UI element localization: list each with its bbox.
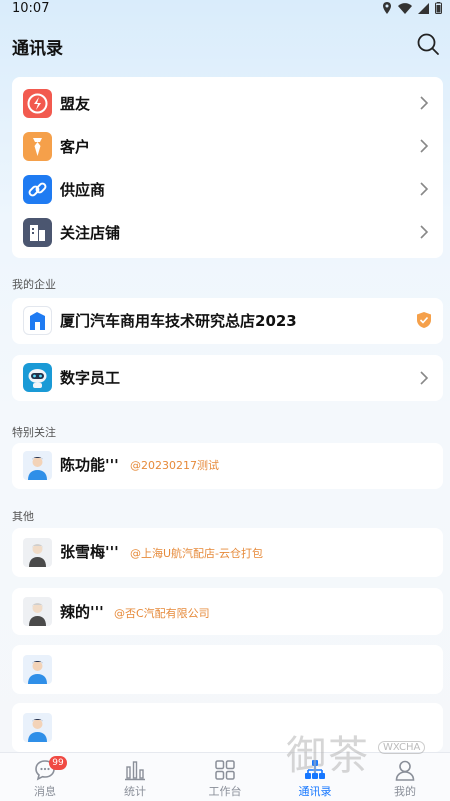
digital-staff-card[interactable]: 数字员工 — [12, 355, 443, 401]
user-icon — [395, 760, 415, 781]
search-icon[interactable] — [416, 32, 440, 56]
chevron-right-icon — [420, 96, 429, 110]
signal-icon — [418, 2, 429, 14]
avatar — [23, 451, 52, 480]
avatar — [23, 538, 52, 567]
quick-link-suppliers[interactable]: 供应商 — [12, 168, 443, 211]
quick-links-card: 盟友 客户 供应商 关注店铺 — [12, 77, 443, 258]
section-label-others: 其他 — [12, 510, 34, 523]
contact-card[interactable]: 辣的''' @否C汽配有限公司 — [12, 588, 443, 635]
verified-shield-icon — [417, 312, 431, 328]
link-icon — [23, 175, 52, 204]
quick-link-allies[interactable]: 盟友 — [12, 82, 443, 125]
quick-link-label: 客户 — [60, 138, 91, 156]
watermark: 御茶 — [286, 733, 370, 779]
company-row[interactable]: 厦门汽车商用车技术研究总店2023 — [12, 299, 443, 342]
quick-link-followed-shops[interactable]: 关注店铺 — [12, 211, 443, 254]
contact-org: @否C汽配有限公司 — [114, 607, 210, 620]
battery-icon — [435, 2, 442, 14]
quick-link-customers[interactable]: 客户 — [12, 125, 443, 168]
company-card[interactable]: 厦门汽车商用车技术研究总店2023 — [12, 298, 443, 344]
digital-staff-row[interactable]: 数字员工 — [12, 356, 443, 399]
contact-name: 辣的''' — [60, 603, 104, 621]
quick-link-label: 供应商 — [60, 181, 106, 199]
grid-icon — [215, 760, 235, 780]
quick-link-label: 盟友 — [60, 95, 91, 113]
tab-label: 通讯录 — [298, 785, 332, 798]
contact-card[interactable] — [12, 645, 443, 694]
avatar — [23, 597, 52, 626]
shop-icon — [23, 218, 52, 247]
contact-card[interactable]: 张雪梅''' @上海U航汽配店-云仓打包 — [12, 528, 443, 577]
contact-name: 陈功能''' — [60, 456, 119, 474]
location-icon — [383, 2, 391, 14]
tab-label: 工作台 — [208, 785, 242, 798]
chevron-right-icon — [420, 182, 429, 196]
wifi-icon — [398, 2, 412, 14]
chevron-right-icon — [420, 371, 429, 385]
bottom-tab-bar: 99 消息 统计 工作台 通讯录 我的 — [0, 752, 450, 801]
status-bar: 10:07 — [0, 0, 450, 18]
customer-icon — [23, 132, 52, 161]
status-time: 10:07 — [12, 1, 50, 16]
contact-org: @上海U航汽配店-云仓打包 — [130, 547, 264, 560]
status-icons — [382, 2, 442, 14]
tab-messages[interactable]: 99 消息 — [0, 753, 90, 801]
company-logo-icon — [23, 306, 52, 335]
tab-workbench[interactable]: 工作台 — [180, 753, 270, 801]
avatar — [23, 655, 52, 684]
section-label-special-follow: 特别关注 — [12, 426, 56, 439]
bar-chart-icon — [125, 761, 145, 781]
section-label-my-company: 我的企业 — [12, 278, 56, 291]
quick-link-label: 关注店铺 — [60, 224, 121, 242]
tab-label: 消息 — [34, 785, 56, 798]
digital-staff-label: 数字员工 — [60, 369, 121, 387]
tab-me[interactable]: 我的 — [360, 753, 450, 801]
contact-name: 张雪梅''' — [60, 543, 119, 561]
unread-badge: 99 — [49, 756, 67, 770]
company-name: 厦门汽车商用车技术研究总店2023 — [60, 312, 297, 330]
page-title: 通讯录 — [12, 39, 63, 59]
robot-icon — [23, 363, 52, 392]
chevron-right-icon — [420, 225, 429, 239]
avatar — [23, 713, 52, 742]
tab-stats[interactable]: 统计 — [90, 753, 180, 801]
allies-icon — [23, 89, 52, 118]
tab-label: 统计 — [124, 785, 146, 798]
page-header: 通讯录 — [0, 26, 450, 64]
contact-org: @20230217测试 — [130, 459, 219, 472]
chevron-right-icon — [420, 139, 429, 153]
contact-card[interactable]: 陈功能''' @20230217测试 — [12, 443, 443, 489]
tab-label: 我的 — [394, 785, 416, 798]
watermark-badge: WXCHA — [378, 741, 426, 754]
